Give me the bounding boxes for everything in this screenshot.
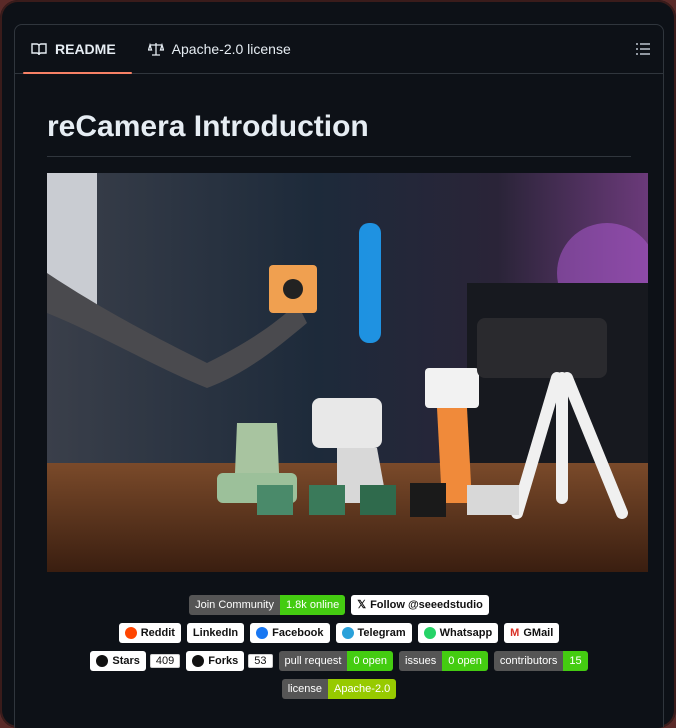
readme-panel: README Apache-2.0 license reCamera Intro…	[14, 24, 664, 728]
readme-tabs: README Apache-2.0 license	[15, 25, 663, 74]
x-logo-icon: 𝕏	[357, 599, 367, 611]
facebook-badge[interactable]: Facebook	[250, 623, 330, 643]
hero-image	[47, 173, 648, 572]
badge-label: LinkedIn	[192, 627, 239, 639]
whatsapp-badge[interactable]: Whatsapp	[417, 623, 499, 643]
book-icon	[31, 43, 47, 56]
pull-request-badge[interactable]: pull request 0 open	[278, 651, 394, 671]
page-title: reCamera Introduction	[47, 110, 631, 157]
badge-label: Whatsapp	[439, 627, 493, 639]
badge-right: 0 open	[347, 651, 394, 671]
telegram-icon	[341, 627, 354, 639]
license-badge[interactable]: license Apache-2.0	[281, 679, 397, 699]
badge-left: pull request	[278, 651, 348, 671]
badge-label: Telegram	[357, 627, 406, 639]
telegram-badge[interactable]: Telegram	[335, 623, 412, 643]
tab-license[interactable]: Apache-2.0 license	[132, 25, 307, 73]
gmail-icon: M	[510, 627, 520, 639]
badge-label: Stars	[112, 655, 140, 667]
badge-area: Join Community 1.8k online 𝕏 Follow @see…	[47, 595, 631, 699]
stars-badge[interactable]: Stars 409	[90, 651, 181, 671]
badge-label: Follow @seeedstudio	[370, 599, 483, 611]
badge-left: issues	[399, 651, 443, 671]
github-icon	[96, 655, 109, 667]
badge-right: 1.8k online	[279, 595, 346, 615]
reddit-icon	[124, 627, 137, 639]
badge-left: license	[281, 679, 328, 699]
forks-count: 53	[248, 654, 273, 668]
badge-label: Reddit	[140, 627, 175, 639]
forks-badge[interactable]: Forks 53	[186, 651, 273, 671]
linkedin-badge[interactable]: LinkedIn	[186, 623, 245, 643]
badge-right: Apache-2.0	[327, 679, 397, 699]
badge-right: 0 open	[442, 651, 488, 671]
badge-label: Forks	[208, 655, 239, 667]
badge-label: Facebook	[272, 627, 324, 639]
table-of-contents-icon[interactable]	[635, 41, 651, 57]
github-icon	[192, 655, 205, 667]
facebook-icon	[256, 627, 269, 639]
window-frame: README Apache-2.0 license reCamera Intro…	[0, 0, 676, 728]
reddit-badge[interactable]: Reddit	[118, 623, 181, 643]
stars-count: 409	[149, 654, 181, 668]
join-community-badge[interactable]: Join Community 1.8k online	[189, 595, 346, 615]
tab-readme-label: README	[55, 41, 116, 57]
scale-icon	[147, 42, 164, 56]
tab-readme[interactable]: README	[15, 25, 132, 74]
badge-label: GMail	[523, 627, 554, 639]
follow-badge[interactable]: 𝕏 Follow @seeedstudio	[351, 595, 489, 615]
gmail-badge[interactable]: M GMail	[504, 623, 560, 643]
badge-left: contributors	[493, 651, 564, 671]
tab-license-label: Apache-2.0 license	[171, 41, 291, 57]
issues-badge[interactable]: issues 0 open	[399, 651, 488, 671]
contributors-badge[interactable]: contributors 15	[493, 651, 588, 671]
whatsapp-icon	[423, 627, 436, 639]
badge-left: Join Community	[189, 595, 280, 615]
badge-right: 15	[563, 651, 588, 671]
